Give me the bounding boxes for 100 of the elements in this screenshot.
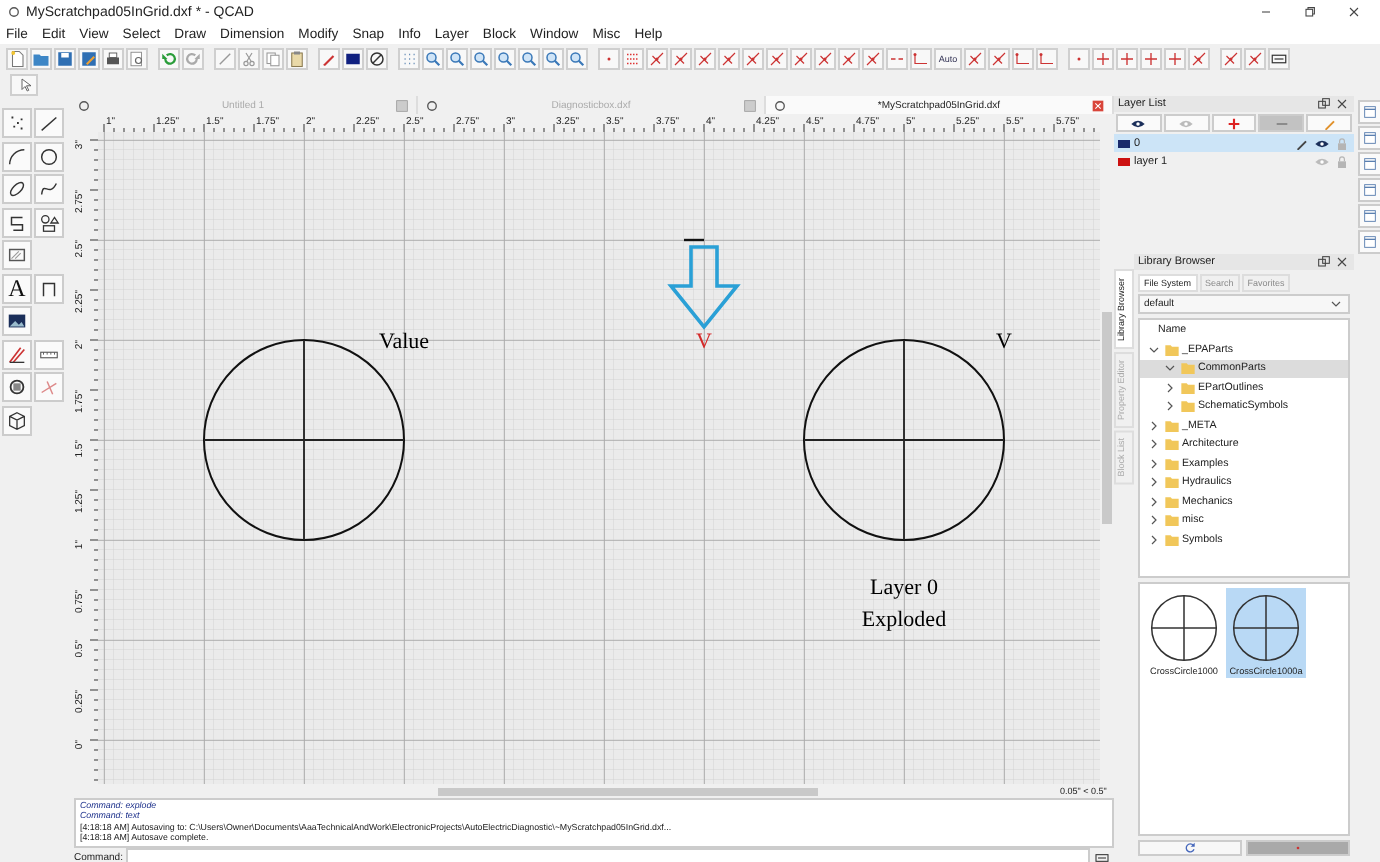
eye-icon[interactable] — [1314, 135, 1330, 151]
line-bend-icon — [1038, 49, 1056, 67]
magnifier-icon — [496, 49, 514, 67]
folder-icon — [32, 49, 50, 67]
chevron-right-icon[interactable] — [1146, 531, 1162, 548]
hatch-icon — [6, 244, 28, 266]
dock-button[interactable] — [1357, 152, 1380, 176]
tool-button[interactable] — [34, 174, 64, 204]
magnifier-icon — [472, 49, 490, 67]
scissors-icon — [240, 49, 258, 67]
toolbar-button[interactable] — [366, 47, 388, 69]
circle-icon — [76, 97, 92, 113]
chevron-right-icon[interactable] — [1162, 398, 1178, 415]
dock-button[interactable] — [1357, 230, 1380, 254]
float-icon[interactable] — [1316, 96, 1332, 112]
tool-button[interactable] — [2, 141, 32, 171]
tool-button[interactable] — [2, 372, 32, 402]
page-magnifier-icon — [128, 49, 146, 67]
dock-button[interactable] — [1357, 100, 1380, 124]
clipboard-icon — [288, 49, 306, 67]
drawing-text[interactable]: Exploded — [861, 608, 947, 632]
snap-icon — [672, 49, 690, 67]
drawing-text[interactable]: V — [696, 330, 712, 354]
dot-grid-icon — [400, 49, 418, 67]
scrollbar-thumb[interactable] — [1102, 312, 1112, 524]
chevron-right-icon[interactable] — [1146, 493, 1162, 510]
snap-icon — [744, 49, 762, 67]
snap-icon — [768, 49, 786, 67]
tool-button[interactable] — [2, 240, 32, 270]
circle-icon — [38, 145, 60, 167]
tool-button[interactable] — [34, 207, 64, 237]
magnifier-icon — [568, 49, 586, 67]
ellipse-icon — [6, 178, 28, 200]
snap-icon — [792, 49, 810, 67]
keyboard-icon — [1270, 49, 1288, 67]
snap-icon — [840, 49, 858, 67]
panel-icon — [1361, 130, 1377, 146]
snap-icon — [648, 49, 666, 67]
dash-mark[interactable] — [684, 238, 704, 242]
tool-button[interactable] — [34, 108, 64, 138]
tool-button[interactable] — [2, 207, 32, 237]
close-icon[interactable] — [1090, 97, 1106, 113]
pointer-icon — [15, 75, 33, 93]
select-button[interactable] — [10, 73, 38, 95]
crosshair-icon — [1166, 49, 1184, 67]
command-input[interactable] — [126, 848, 1090, 862]
snap-icon — [1246, 49, 1264, 67]
image-icon — [6, 310, 28, 332]
drawing-text[interactable]: Value — [378, 330, 430, 354]
magnifier-icon — [520, 49, 538, 67]
slash-icon — [216, 49, 234, 67]
arc-icon — [6, 145, 28, 167]
polyline-icon — [6, 211, 28, 233]
crossed-circle-icon — [1228, 590, 1304, 666]
panel-icon — [1361, 104, 1377, 120]
disk-pencil-icon — [80, 49, 98, 67]
panel-icon — [1361, 208, 1377, 224]
circle-icon — [772, 97, 788, 113]
circle-icon — [424, 97, 440, 113]
dock-button[interactable] — [1357, 204, 1380, 228]
dock-button[interactable] — [1357, 178, 1380, 202]
chevron-right-icon[interactable] — [1146, 455, 1162, 472]
undo-icon — [160, 49, 178, 67]
toolbar-button[interactable] — [1268, 47, 1290, 69]
points-icon — [6, 112, 28, 134]
tool-button[interactable] — [2, 306, 32, 336]
chevron-right-icon[interactable] — [1162, 379, 1178, 396]
tool-button[interactable] — [34, 273, 64, 303]
layer-tool-button[interactable] — [1116, 114, 1162, 132]
line-bend-icon — [1014, 49, 1032, 67]
swatch-icon — [344, 49, 362, 67]
drawing-text[interactable]: Layer 0 — [870, 576, 938, 600]
chevron-right-icon[interactable] — [1146, 512, 1162, 529]
close-icon[interactable] — [1334, 96, 1350, 112]
no-entry-icon — [368, 49, 386, 67]
toolbar-button[interactable] — [342, 47, 364, 69]
tool-button[interactable] — [2, 405, 32, 435]
dock-button[interactable] — [1357, 126, 1380, 150]
keyboard-icon[interactable] — [1094, 849, 1110, 862]
tool-button[interactable] — [2, 174, 32, 204]
app-logo-icon — [6, 4, 22, 20]
chevron-right-icon[interactable] — [1146, 474, 1162, 491]
panel-icon — [1361, 182, 1377, 198]
text-tool-button[interactable]: A — [2, 273, 32, 303]
crosshair-icon — [1142, 49, 1160, 67]
chevron-right-icon[interactable] — [1146, 417, 1162, 434]
tool-button[interactable] — [34, 141, 64, 171]
snap-icon — [864, 49, 882, 67]
line-bend-icon — [912, 49, 930, 67]
redo-icon — [184, 49, 202, 67]
chevron-right-icon[interactable] — [1146, 436, 1162, 453]
panel-icon — [1361, 234, 1377, 250]
spline-icon — [38, 178, 60, 200]
close-icon[interactable] — [1334, 254, 1350, 270]
page-icon — [8, 49, 26, 67]
float-icon[interactable] — [1316, 254, 1332, 270]
plus-icon — [1225, 115, 1242, 131]
crossed-circle-icon — [1146, 590, 1222, 666]
drawing-text[interactable]: V — [996, 330, 1012, 354]
toolbar-button[interactable] — [102, 47, 124, 69]
